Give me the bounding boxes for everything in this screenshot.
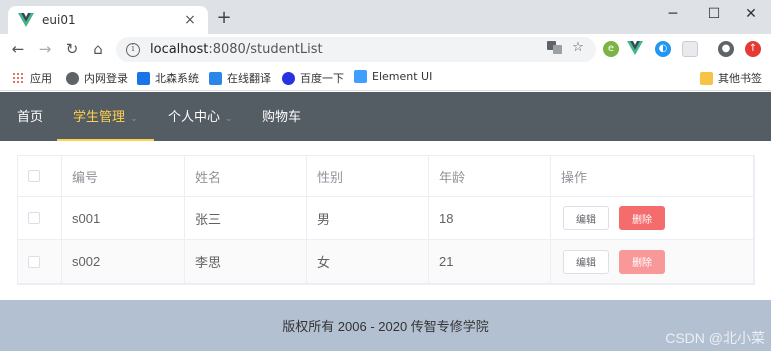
extension-blue-icon[interactable]: ◐ bbox=[655, 41, 671, 57]
folder-icon bbox=[700, 71, 713, 85]
cell-age: 18 bbox=[429, 197, 551, 239]
vue-logo-icon bbox=[18, 13, 34, 27]
element-ui-icon bbox=[354, 70, 367, 83]
globe-icon bbox=[66, 71, 79, 85]
profile-avatar-icon[interactable]: ● bbox=[718, 41, 734, 57]
baidu-paw-icon bbox=[282, 71, 295, 85]
update-icon[interactable]: ↑ bbox=[745, 41, 761, 57]
row-select-cell bbox=[18, 197, 62, 239]
forward-icon[interactable]: → bbox=[35, 39, 55, 59]
nav-item-personal-center[interactable]: 个人中心 ⌄ bbox=[168, 92, 233, 141]
delete-button[interactable]: 删除 bbox=[619, 249, 665, 274]
nav-item-student-management[interactable]: 学生管理 ⌄ bbox=[57, 92, 154, 141]
translate-icon bbox=[209, 71, 222, 85]
table-row: s001 张三 男 18 编辑 删除 bbox=[18, 197, 754, 240]
student-table: 编号 姓名 性别 年龄 操作 s001 张三 男 18 编辑 删除 s002 李… bbox=[17, 155, 755, 285]
window-close-icon[interactable]: ✕ bbox=[741, 4, 761, 24]
bookmark-star-icon[interactable]: ☆ bbox=[570, 40, 586, 56]
other-bookmarks[interactable]: 其他书签 bbox=[700, 70, 762, 86]
tab-close-icon[interactable]: × bbox=[182, 12, 198, 28]
row-checkbox[interactable] bbox=[28, 255, 40, 268]
nav-item-home[interactable]: 首页 bbox=[17, 92, 43, 141]
table-header-row: 编号 姓名 性别 年龄 操作 bbox=[18, 156, 754, 197]
edit-button[interactable]: 编辑 bbox=[563, 206, 609, 230]
cell-gender: 女 bbox=[307, 240, 429, 283]
bookmark-apps[interactable]: 应用 bbox=[12, 70, 52, 86]
page-bottom-edge bbox=[0, 351, 771, 358]
cell-name: 李思 bbox=[185, 240, 307, 283]
cell-age: 21 bbox=[429, 240, 551, 283]
url-text: localhost:8080/studentList bbox=[150, 42, 323, 57]
bookmark-beisen[interactable]: 北森系统 bbox=[137, 70, 199, 86]
new-tab-button[interactable]: + bbox=[214, 8, 234, 28]
extension-green-icon[interactable]: e bbox=[603, 41, 619, 57]
cell-name: 张三 bbox=[185, 197, 307, 239]
apps-grid-icon bbox=[12, 71, 25, 85]
column-header-gender[interactable]: 性别 bbox=[307, 156, 429, 196]
copyright-text: 版权所有 2006 - 2020 传智专修学院 bbox=[282, 319, 489, 334]
address-bar[interactable]: i localhost:8080/studentList bbox=[116, 37, 596, 62]
column-header-actions: 操作 bbox=[551, 156, 754, 196]
row-checkbox[interactable] bbox=[28, 212, 40, 224]
top-nav-menu: 首页 学生管理 ⌄ 个人中心 ⌄ 购物车 bbox=[0, 92, 771, 141]
cell-actions: 编辑 删除 bbox=[551, 197, 754, 239]
delete-button[interactable]: 删除 bbox=[619, 206, 665, 230]
extension-gray-icon[interactable] bbox=[682, 41, 698, 57]
bookmark-translate[interactable]: 在线翻译 bbox=[209, 70, 271, 86]
cell-id: s002 bbox=[62, 240, 185, 283]
home-icon[interactable]: ⌂ bbox=[88, 39, 108, 59]
reload-icon[interactable]: ↻ bbox=[62, 39, 82, 59]
cell-id: s001 bbox=[62, 197, 185, 239]
watermark: CSDN @北小菜 bbox=[665, 330, 765, 346]
maximize-icon[interactable]: ☐ bbox=[704, 4, 724, 24]
edit-button[interactable]: 编辑 bbox=[563, 249, 609, 274]
column-header-name[interactable]: 姓名 bbox=[185, 156, 307, 196]
bookmark-element-ui[interactable]: Element UI bbox=[354, 70, 432, 83]
beisen-icon bbox=[137, 71, 150, 85]
browser-toolbar: ← → ↻ ⌂ i localhost:8080/studentList ☆ e… bbox=[0, 34, 771, 65]
chevron-down-icon: ⌄ bbox=[130, 113, 138, 123]
table-row: s002 李思 女 21 编辑 删除 bbox=[18, 240, 754, 284]
browser-tab[interactable]: eui01 × bbox=[8, 6, 208, 34]
nav-item-cart[interactable]: 购物车 bbox=[262, 92, 301, 141]
bookmark-baidu[interactable]: 百度一下 bbox=[282, 70, 344, 86]
cell-gender: 男 bbox=[307, 197, 429, 239]
select-all-cell bbox=[18, 156, 62, 196]
minimize-icon[interactable]: ─ bbox=[663, 4, 683, 24]
bookmark-intranet-login[interactable]: 内网登录 bbox=[66, 70, 128, 86]
translate-page-icon[interactable] bbox=[546, 40, 562, 56]
site-info-icon[interactable]: i bbox=[126, 42, 140, 57]
browser-tabstrip: eui01 × + ─ ☐ ✕ bbox=[0, 0, 771, 34]
cell-actions: 编辑 删除 bbox=[551, 240, 754, 283]
row-select-cell bbox=[18, 240, 62, 283]
vue-devtools-icon[interactable] bbox=[627, 41, 643, 57]
page-footer: 版权所有 2006 - 2020 传智专修学院 bbox=[0, 300, 771, 351]
bookmarks-bar: 应用 内网登录 北森系统 在线翻译 百度一下 Element UI 其他书签 bbox=[0, 65, 771, 91]
column-header-age[interactable]: 年龄 bbox=[429, 156, 551, 196]
column-header-id[interactable]: 编号 bbox=[62, 156, 185, 196]
tab-title: eui01 bbox=[42, 13, 76, 27]
back-icon[interactable]: ← bbox=[8, 39, 28, 59]
select-all-checkbox[interactable] bbox=[28, 170, 40, 182]
chevron-down-icon: ⌄ bbox=[225, 113, 233, 123]
